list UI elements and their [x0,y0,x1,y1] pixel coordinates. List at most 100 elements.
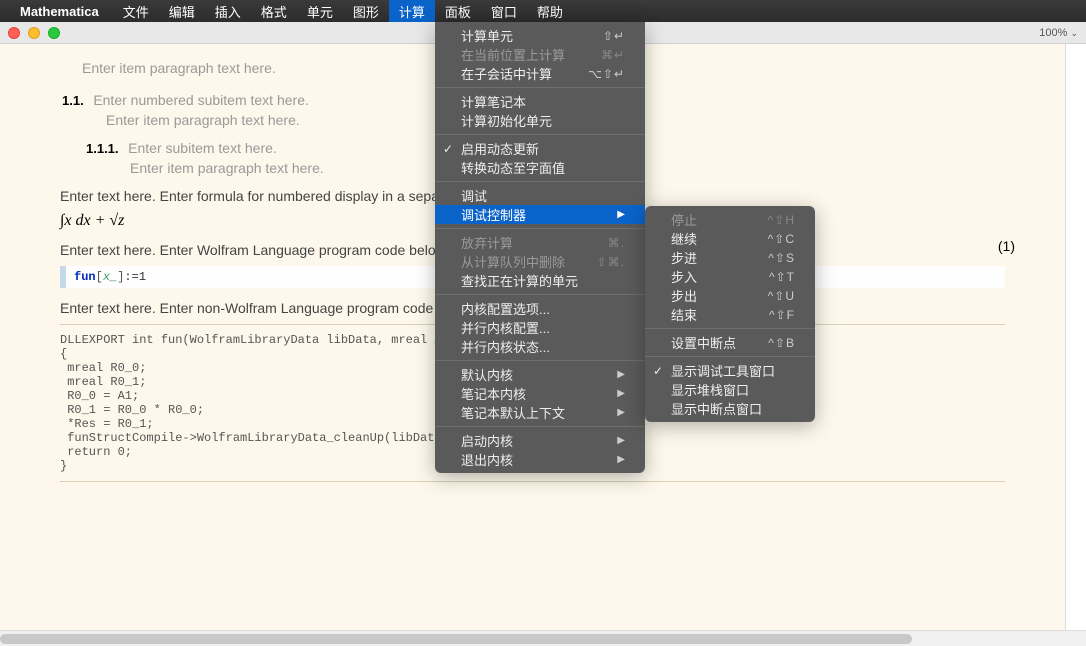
menu-item[interactable]: 计算笔记本 [435,92,645,111]
menu-palettes[interactable]: 面板 [435,0,481,22]
menu-item[interactable]: 内核配置选项... [435,299,645,318]
menu-item: 停止^⇧H [645,210,815,229]
menu-evaluation[interactable]: 计算 [389,0,435,22]
menu-item-label: 放弃计算 [461,233,513,252]
menu-item-label: 笔记本默认上下文 [461,403,565,422]
scrollbar-thumb[interactable] [0,634,912,644]
menu-shortcut: ^⇧C [768,232,795,246]
menu-item-label: 显示调试工具窗口 [671,361,775,380]
code-fun: fun [74,270,96,284]
menu-item-label: 在子会话中计算 [461,64,552,83]
minimize-button[interactable] [28,27,40,39]
menu-separator [435,87,645,88]
submenu-arrow-icon: ▶ [617,454,625,465]
menu-item-label: 在当前位置上计算 [461,45,565,64]
menu-item-label: 并行内核配置... [461,318,550,337]
menu-item-label: 默认内核 [461,365,513,384]
menu-item-label: 显示堆栈窗口 [671,380,749,399]
zoom-value: 100% [1039,27,1067,39]
menu-item-label: 笔记本内核 [461,384,526,403]
menu-shortcut: ⌘. [608,236,625,250]
menu-item-label: 继续 [671,229,697,248]
code-var: x_ [103,270,117,284]
submenu-arrow-icon: ▶ [617,369,625,380]
menu-edit[interactable]: 编辑 [159,0,205,22]
menu-item-label: 调试 [461,186,487,205]
zoom-indicator[interactable]: 100% ⌄ [1039,27,1078,39]
menu-item[interactable]: 步出 ^⇧U [645,286,815,305]
menu-window[interactable]: 窗口 [481,0,527,22]
menu-item[interactable]: 笔记本默认上下文 ▶ [435,403,645,422]
menu-item-label: 并行内核状态... [461,337,550,356]
menu-item[interactable]: 在子会话中计算⌥⇧↵ [435,64,645,83]
menu-separator [645,356,815,357]
code-rest: :=1 [124,270,146,284]
menu-item-label: 调试控制器 [461,205,526,224]
menu-item-label: 显示中断点窗口 [671,399,762,418]
horizontal-scrollbar[interactable] [0,630,1086,646]
close-button[interactable] [8,27,20,39]
formula-number: (1) [998,238,1015,254]
menu-shortcut: ^⇧F [769,308,795,322]
menu-item[interactable]: 启动内核▶ [435,431,645,450]
zoom-button[interactable] [48,27,60,39]
menu-item[interactable]: 显示堆栈窗口 [645,380,815,399]
menu-item: 放弃计算 ⌘. [435,233,645,252]
menu-item-label: 设置中断点 [671,333,736,352]
menu-item[interactable]: 并行内核配置... [435,318,645,337]
menu-insert[interactable]: 插入 [205,0,251,22]
submenu-arrow-icon: ▶ [617,407,625,418]
menu-item: 在当前位置上计算 ⌘↵ [435,45,645,64]
menu-item[interactable]: 结束 ^⇧F [645,305,815,324]
menu-shortcut: ^⇧B [768,336,795,350]
menu-shortcut: ⌘↵ [601,48,625,62]
debug-controller-submenu: 停止^⇧H继续 ^⇧C 步进^⇧S步入 ^⇧T 步出 ^⇧U 结束 ^⇧F 设置中断点 ^⇧B ✓ 显… [645,206,815,422]
menu-item[interactable]: 设置中断点 ^⇧B [645,333,815,352]
menu-item[interactable]: 转换动态至字面值 [435,158,645,177]
menu-item-label: 转换动态至字面值 [461,158,565,177]
menu-shortcut: ⇧↵ [603,29,625,43]
menu-item[interactable]: ✓启用动态更新 [435,139,645,158]
menu-item[interactable]: 步进^⇧S [645,248,815,267]
menu-item-label: 计算笔记本 [461,92,526,111]
menu-shortcut: ^⇧T [769,270,795,284]
menu-item[interactable]: 笔记本内核▶ [435,384,645,403]
menu-cell[interactable]: 单元 [297,0,343,22]
menu-item[interactable]: 显示中断点窗口 [645,399,815,418]
submenu-arrow-icon: ▶ [617,435,625,446]
menu-graphics[interactable]: 图形 [343,0,389,22]
check-icon: ✓ [653,364,663,378]
subitem-number: 1.1. [62,93,84,108]
menu-item[interactable]: 步入 ^⇧T [645,267,815,286]
menu-item[interactable]: 计算单元⇧↵ [435,26,645,45]
menu-item-label: 从计算队列中删除 [461,252,565,271]
menu-item-label: 结束 [671,305,697,324]
menu-item[interactable]: 调试控制器▶ [435,205,645,224]
menu-item[interactable]: 退出内核▶ [435,450,645,469]
menu-separator [435,360,645,361]
app-name[interactable]: Mathematica [20,4,99,19]
menu-item-label: 步出 [671,286,697,305]
menu-item-label: 步入 [671,267,697,286]
evaluation-menu: 计算单元⇧↵在当前位置上计算 ⌘↵ 在子会话中计算⌥⇧↵ 计算笔记本计算初始化单元 ✓启… [435,22,645,473]
menu-item-label: 内核配置选项... [461,299,550,318]
menu-shortcut: ⇧⌘. [597,255,625,269]
menu-item[interactable]: 查找正在计算的单元 [435,271,645,290]
menu-shortcut: ^⇧U [768,289,795,303]
menu-item[interactable]: 并行内核状态... [435,337,645,356]
menu-item[interactable]: ✓ 显示调试工具窗口 [645,361,815,380]
subsubitem-number: 1.1.1. [86,141,119,156]
menu-separator [435,294,645,295]
menu-item: 从计算队列中删除 ⇧⌘. [435,252,645,271]
menu-format[interactable]: 格式 [251,0,297,22]
menu-item-label: 计算初始化单元 [461,111,552,130]
menu-help[interactable]: 帮助 [527,0,573,22]
menu-item[interactable]: 默认内核 ▶ [435,365,645,384]
menu-file[interactable]: 文件 [113,0,159,22]
menu-item[interactable]: 调试 [435,186,645,205]
menu-separator [435,426,645,427]
menu-shortcut: ^⇧H [768,213,795,227]
menu-item[interactable]: 继续 ^⇧C [645,229,815,248]
menu-item[interactable]: 计算初始化单元 [435,111,645,130]
menu-separator [435,228,645,229]
